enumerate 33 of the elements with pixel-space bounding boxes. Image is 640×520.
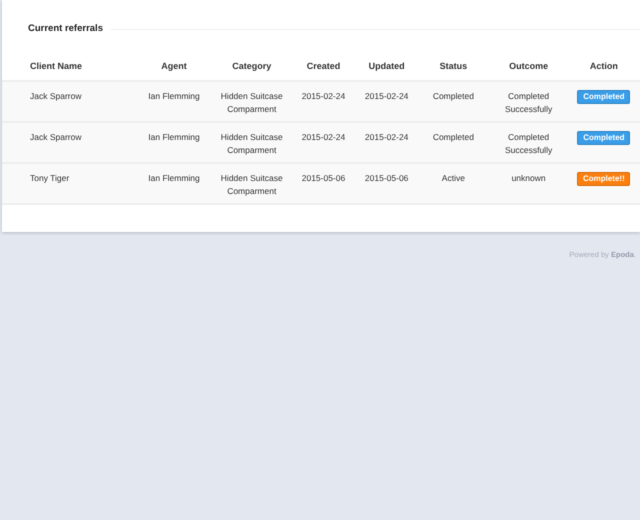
column-header: Category [212, 53, 291, 82]
table-cell: Hidden Suitcase Comparment [220, 132, 283, 156]
panel-title: Current referrals [28, 22, 104, 36]
column-header: Client Name [2, 53, 136, 82]
action-button[interactable]: Completed [577, 90, 630, 104]
table-cell: Ian Flemming [148, 91, 200, 102]
table-cell: Completed [432, 132, 474, 142]
table-cell: Jack Sparrow [30, 132, 82, 142]
table-cell: Ian Flemming [148, 132, 200, 142]
table-cell: Hidden Suitcase Comparment [220, 91, 283, 114]
action-button[interactable]: Completed [577, 131, 630, 146]
table-cell: 2015-02-24 [364, 91, 408, 102]
table-cell: unknown [512, 173, 546, 184]
table-cell: 2015-02-24 [302, 91, 346, 102]
table-cell: Completed [432, 91, 474, 102]
table-cell: 2015-05-06 [302, 173, 346, 184]
column-header: Updated [356, 53, 418, 82]
table-cell: Completed Successfully [504, 91, 552, 114]
column-header: Status [417, 53, 490, 82]
table-cell: Jack Sparrow [30, 91, 82, 102]
column-header: Action [568, 53, 640, 82]
table-cell: Active [442, 173, 465, 184]
table-cell: Ian Flemming [148, 173, 200, 184]
table-cell: Completed Successfully [504, 132, 552, 156]
table-cell: Hidden Suitcase Comparment [220, 173, 283, 196]
column-header: Outcome [489, 53, 568, 82]
column-header: Agent [135, 53, 213, 82]
table-cell: 2015-02-24 [364, 132, 408, 142]
table-cell: 2015-02-24 [302, 132, 346, 142]
action-button[interactable]: Complete!! [577, 172, 630, 186]
table-cell: Tony Tiger [30, 173, 70, 184]
table-cell: 2015-05-06 [364, 173, 408, 184]
column-header: Created [290, 53, 356, 82]
